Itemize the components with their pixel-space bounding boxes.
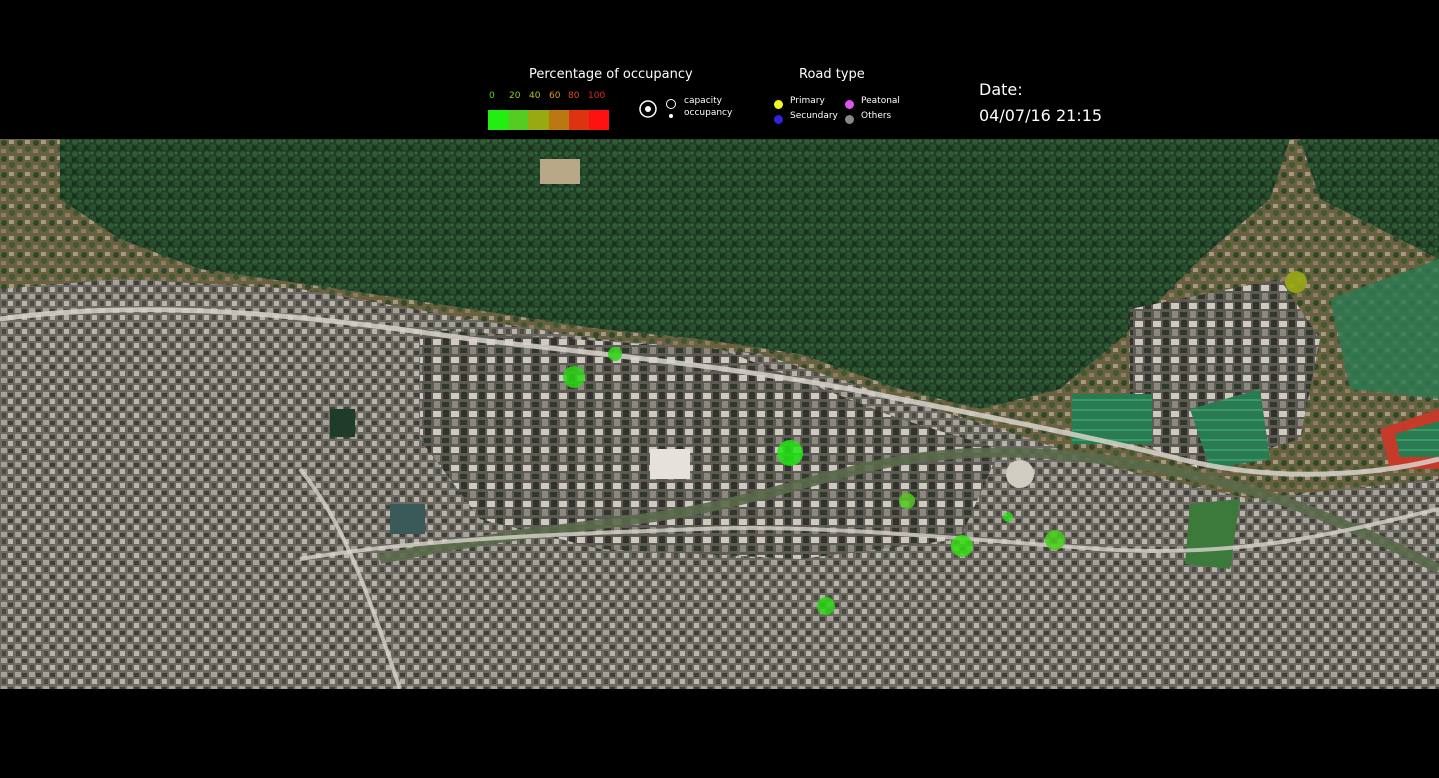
satellite-map[interactable]	[0, 139, 1439, 689]
tick-label: 0	[489, 91, 495, 101]
occupancy-scale-segment	[548, 110, 569, 130]
peatonal-road-dot-icon	[845, 100, 854, 109]
parking-marker[interactable]	[563, 366, 585, 388]
occupancy-label: occupancy	[684, 108, 733, 118]
parking-marker[interactable]	[951, 535, 973, 557]
tick-label: 60	[549, 91, 561, 101]
occupancy-scale-segment	[528, 110, 549, 130]
tick-label: 20	[509, 91, 521, 101]
tick-label: 80	[568, 91, 580, 101]
parking-marker[interactable]	[817, 597, 835, 615]
occupancy-scale-segment	[568, 110, 589, 130]
capacity-occupancy-icon	[639, 100, 657, 118]
map-canvas[interactable]	[0, 139, 1439, 689]
occupancy-legend-title: Percentage of occupancy	[529, 67, 693, 82]
parking-marker[interactable]	[777, 440, 803, 466]
occupancy-scale-segment	[588, 110, 610, 130]
date-value: 04/07/16 21:15	[979, 106, 1103, 125]
parking-marker[interactable]	[1003, 512, 1013, 522]
road-type-primary: Primary	[790, 96, 825, 106]
tick-label: 100	[588, 91, 606, 101]
occupancy-color-scale	[488, 110, 610, 130]
capacity-label: capacity	[684, 96, 722, 106]
parking-marker[interactable]	[1045, 530, 1065, 550]
parking-marker[interactable]	[608, 347, 622, 361]
parking-marker[interactable]	[899, 493, 915, 509]
parking-marker[interactable]	[1285, 271, 1307, 293]
tick-label: 40	[529, 91, 541, 101]
primary-road-dot-icon	[774, 100, 783, 109]
road-type-peatonal: Peatonal	[861, 96, 900, 106]
road-type-others: Others	[861, 111, 892, 121]
others-road-dot-icon	[845, 115, 854, 124]
road-type-secundary: Secundary	[790, 111, 838, 121]
occupancy-scale-segment	[508, 110, 529, 130]
road-type-legend-title: Road type	[799, 67, 865, 82]
occupancy-dot-icon	[669, 114, 673, 118]
date-label: Date:	[979, 80, 1023, 99]
occupancy-scale-segment	[488, 110, 509, 130]
secundary-road-dot-icon	[774, 115, 783, 124]
legend-header: Percentage of occupancy 0 20 40 60 80 10…	[0, 0, 1439, 139]
footer-band	[0, 689, 1439, 778]
capacity-circle-icon	[666, 99, 676, 109]
